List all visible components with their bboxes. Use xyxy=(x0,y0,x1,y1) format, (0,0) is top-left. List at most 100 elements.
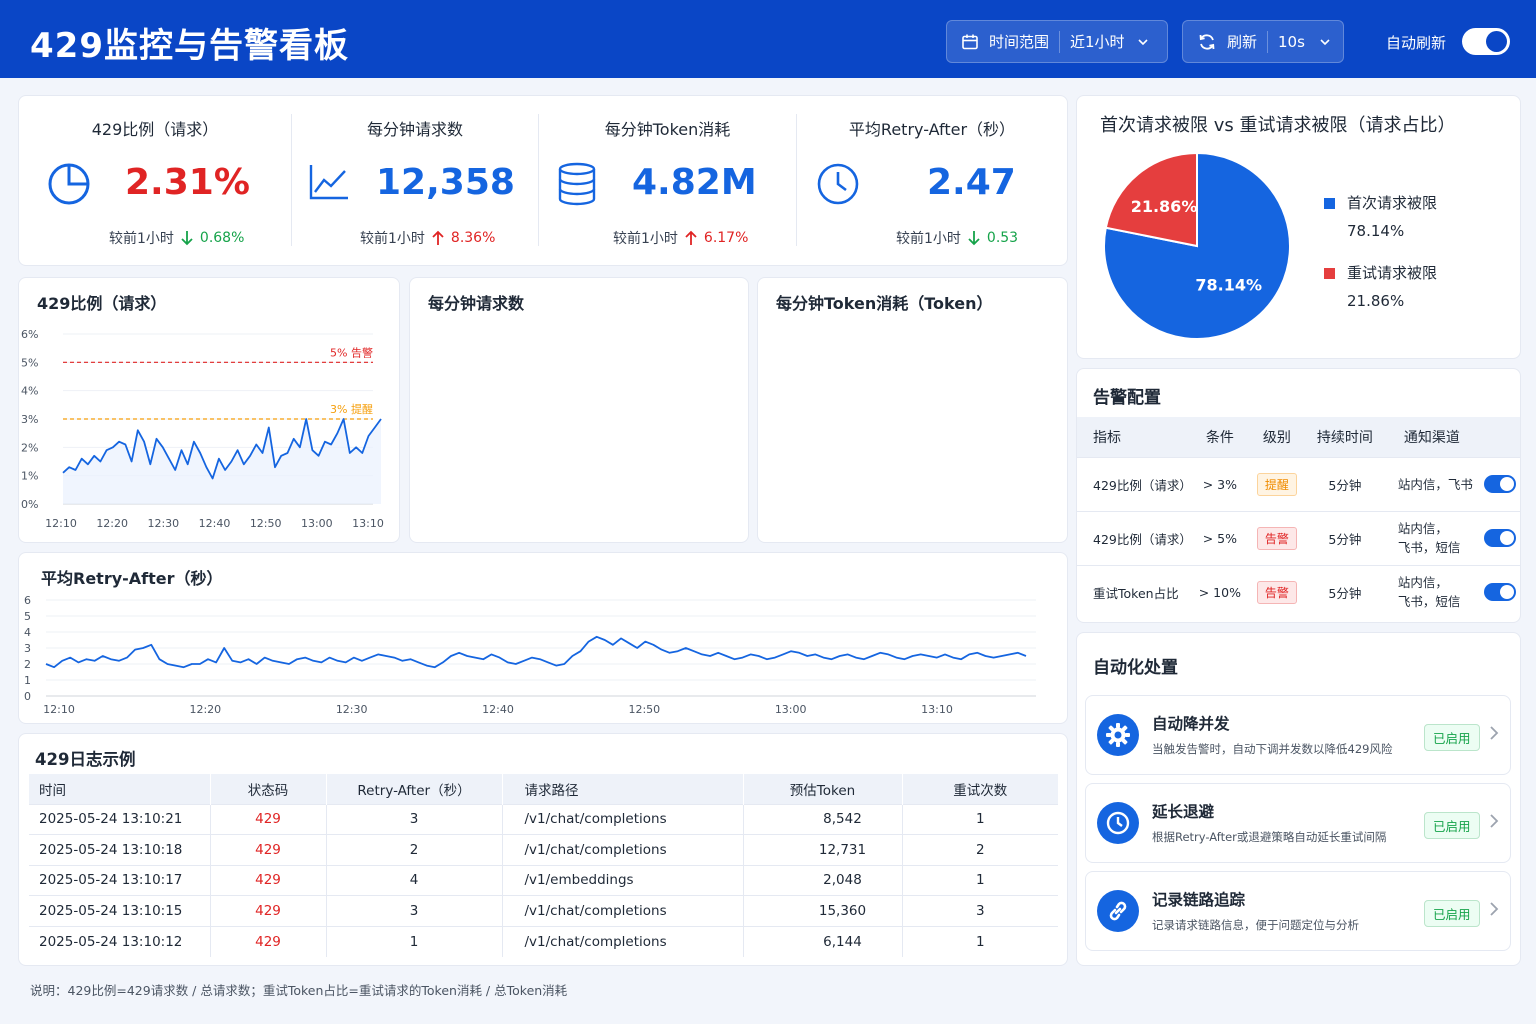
series-area xyxy=(63,419,381,504)
alert-metric: 429比例（请求） xyxy=(1077,510,1192,565)
alert-enable-toggle[interactable] xyxy=(1483,529,1516,547)
kpi-tpm: 每分钟Token消耗 4.82M 较前1小时 6.17% xyxy=(539,96,796,266)
log-header-token[interactable]: 预估Token xyxy=(743,774,903,804)
action-desc: 当触发告警时，自动下调并发数以降低429风险 xyxy=(1152,742,1393,756)
refresh-icon xyxy=(1199,34,1215,49)
automation-title: 自动化处置 xyxy=(1093,658,1178,678)
alert-header-metric: 指标 xyxy=(1077,417,1192,457)
chart-card-rpm: 每分钟请求数 05K10K15K20K12:1012:2012:3012:401… xyxy=(409,277,749,543)
table-row[interactable]: 2025-05-24 13:10:18 429 2/v1/chat/completi… xyxy=(29,834,1058,865)
estimated-token: 15,360 xyxy=(743,895,903,926)
request-path: /v1/chat/completions xyxy=(502,925,744,957)
chevron-right-icon xyxy=(1490,726,1499,740)
kpi-delta: 8.36% xyxy=(450,230,496,246)
log-header-retries[interactable]: 重试次数 xyxy=(902,774,1058,804)
alert-duration: 5分钟 xyxy=(1305,564,1384,619)
pie-slice-label: 78.14% xyxy=(1195,276,1262,295)
alert-condition: > 5% xyxy=(1191,510,1248,565)
alert-header-duration: 持续时间 xyxy=(1305,417,1384,457)
channel-line: 飞书，短信 xyxy=(1397,540,1461,555)
action-trace-logging[interactable]: 记录链路追踪 记录请求链路信息，便于问题定位与分析 已启用 xyxy=(1085,871,1511,951)
alert-header-cond: 条件 xyxy=(1191,417,1248,457)
kpi-title: 每分钟请求数 xyxy=(366,120,463,139)
kpi-delta: 0.53 xyxy=(986,230,1019,246)
kpi-value: 12,358 xyxy=(376,162,515,203)
log-table-wrap: 时间 状态码 Retry-After（秒） 请求路径 预估Token 重试次数 … xyxy=(29,774,1058,957)
chart-429-ratio: 0% 1% 2% 3% 4% 5% 6% 12:10 12:20 12:30 12:40 12:50 1… xyxy=(21,328,384,530)
alert-condition: > 3% xyxy=(1191,456,1248,511)
action-extend-backoff[interactable]: 延长退避 根据Retry-After或退避策略自动延长重试间隔 已启用 xyxy=(1085,783,1511,863)
chevron-right-icon xyxy=(1490,814,1499,828)
y-tick-label: 5% xyxy=(21,356,38,369)
y-tick-label: 1% xyxy=(21,470,38,483)
footnote: 说明：429比例=429请求数 / 总请求数；重试Token占比=重试请求的To… xyxy=(30,983,568,998)
action-auto-reduce-concurrency[interactable]: 自动降并发 当触发告警时，自动下调并发数以降低429风险 已启用 xyxy=(1085,695,1511,775)
pie-chart-icon xyxy=(48,163,90,205)
action-desc: 根据Retry-After或退避策略自动延长重试间隔 xyxy=(1152,830,1387,844)
channel-line: 飞书，短信 xyxy=(1397,594,1461,610)
log-header-retry[interactable]: Retry-After（秒） xyxy=(326,774,503,804)
status-code: 429 xyxy=(210,895,327,926)
chevron-down-icon xyxy=(1137,38,1148,45)
log-time: 2025-05-24 13:10:18 xyxy=(29,834,211,865)
y-tick-label: 2 xyxy=(24,658,31,671)
time-range-select[interactable]: 时间范围 近1小时 xyxy=(946,20,1168,63)
chart-card-retry-after: 平均Retry-After（秒） 0 1 2 3 4 5 6 12:10 12:20 12:30 1… xyxy=(18,552,1068,724)
alert-enable-toggle[interactable] xyxy=(1483,583,1516,602)
table-row[interactable]: 2025-05-24 13:10:12 429 1/v1/chat/completi… xyxy=(29,925,1058,957)
status-badge: 已启用 xyxy=(1424,724,1480,751)
x-tick-label: 12:20 xyxy=(96,517,128,530)
threshold-label: 5% 告警 xyxy=(330,345,373,359)
alert-metric: 重试Token占比 xyxy=(1077,564,1192,619)
kpi-compare: 较前1小时 0.68% xyxy=(109,228,244,248)
chart-card-429-ratio: 429比例（请求） 0% 1% 2% 3% 4% 5% 6% 12:10 12:20 12:30 1… xyxy=(18,277,400,543)
chart-tpm: 02M4M6M8M10M12:1012:2012:3012:4012:5013:… xyxy=(758,278,1067,542)
alert-config-card: 告警配置 指标 条件 级别 持续时间 通知渠道 429比例（请求） > 3% 提醒 5… xyxy=(1076,368,1521,623)
auto-refresh-label: 自动刷新 xyxy=(1386,34,1447,52)
table-row[interactable]: 2025-05-24 13:10:21 429 3/v1/chat/completi… xyxy=(29,803,1058,835)
alert-table: 指标 条件 级别 持续时间 通知渠道 429比例（请求） > 3% 提醒 5分钟 站内信… xyxy=(1077,417,1520,619)
chevron-right-icon xyxy=(1490,902,1499,916)
y-tick-label: 6% xyxy=(21,328,38,341)
request-path: /v1/chat/completions xyxy=(502,803,744,835)
legend-value: 21.86% xyxy=(1347,292,1404,310)
arrow-down-icon xyxy=(968,231,980,246)
log-time: 2025-05-24 13:10:17 xyxy=(29,864,211,896)
table-row[interactable]: 2025-05-24 13:10:15 429 3/v1/chat/completi… xyxy=(29,895,1058,926)
x-tick-label: 13:00 xyxy=(301,517,333,530)
alert-header-level: 级别 xyxy=(1247,417,1306,457)
log-header-status[interactable]: 状态码 xyxy=(210,774,327,804)
database-icon xyxy=(558,162,596,206)
pie-chart: 78.14% 21.86% 首次请求被限 78.14% 重试请求被限 21.86% xyxy=(1103,151,1437,340)
auto-refresh-toggle[interactable] xyxy=(1462,28,1510,55)
refresh-value: 10s xyxy=(1278,32,1305,51)
retry-count: 2 xyxy=(902,834,1058,865)
pie-slice-label: 21.86% xyxy=(1131,197,1198,216)
log-title: 429日志示例 xyxy=(35,750,136,769)
log-time: 2025-05-24 13:10:15 xyxy=(29,895,211,926)
alert-toggle-cell xyxy=(1479,456,1520,511)
compare-label: 较前1小时 xyxy=(109,231,174,247)
status-code: 429 xyxy=(210,834,327,865)
kpi-title: 平均Retry-After（秒） xyxy=(848,120,1016,139)
table-row[interactable]: 2025-05-24 13:10:17 429 4/v1/embeddings 2,0… xyxy=(29,864,1058,896)
alert-channel: 站内信， 飞书，短信 xyxy=(1383,564,1480,619)
legend-label: 重试请求被限 xyxy=(1347,264,1437,282)
y-tick-label: 4 xyxy=(24,626,31,639)
calendar-icon xyxy=(962,34,978,49)
log-header-path[interactable]: 请求路径 xyxy=(502,774,744,804)
kpi-delta: 6.17% xyxy=(703,230,749,246)
alert-enable-toggle[interactable] xyxy=(1483,475,1516,493)
alert-level-cell: 提醒 xyxy=(1247,456,1306,511)
y-tick-label: 6 xyxy=(24,594,31,607)
page-title: 429监控与告警看板 xyxy=(30,26,349,66)
request-path: /v1/chat/completions xyxy=(502,895,744,926)
kpi-429-ratio: 429比例（请求） 2.31% 较前1小时 0.68% xyxy=(19,96,291,266)
compare-label: 较前1小时 xyxy=(613,231,678,247)
y-tick-label: 5 xyxy=(24,610,31,623)
log-header-time[interactable]: 时间 xyxy=(29,774,211,804)
status-code: 429 xyxy=(210,864,327,896)
legend-swatch xyxy=(1324,198,1335,209)
legend-label: 首次请求被限 xyxy=(1347,194,1437,212)
refresh-interval-select[interactable]: 刷新 10s xyxy=(1182,20,1344,63)
